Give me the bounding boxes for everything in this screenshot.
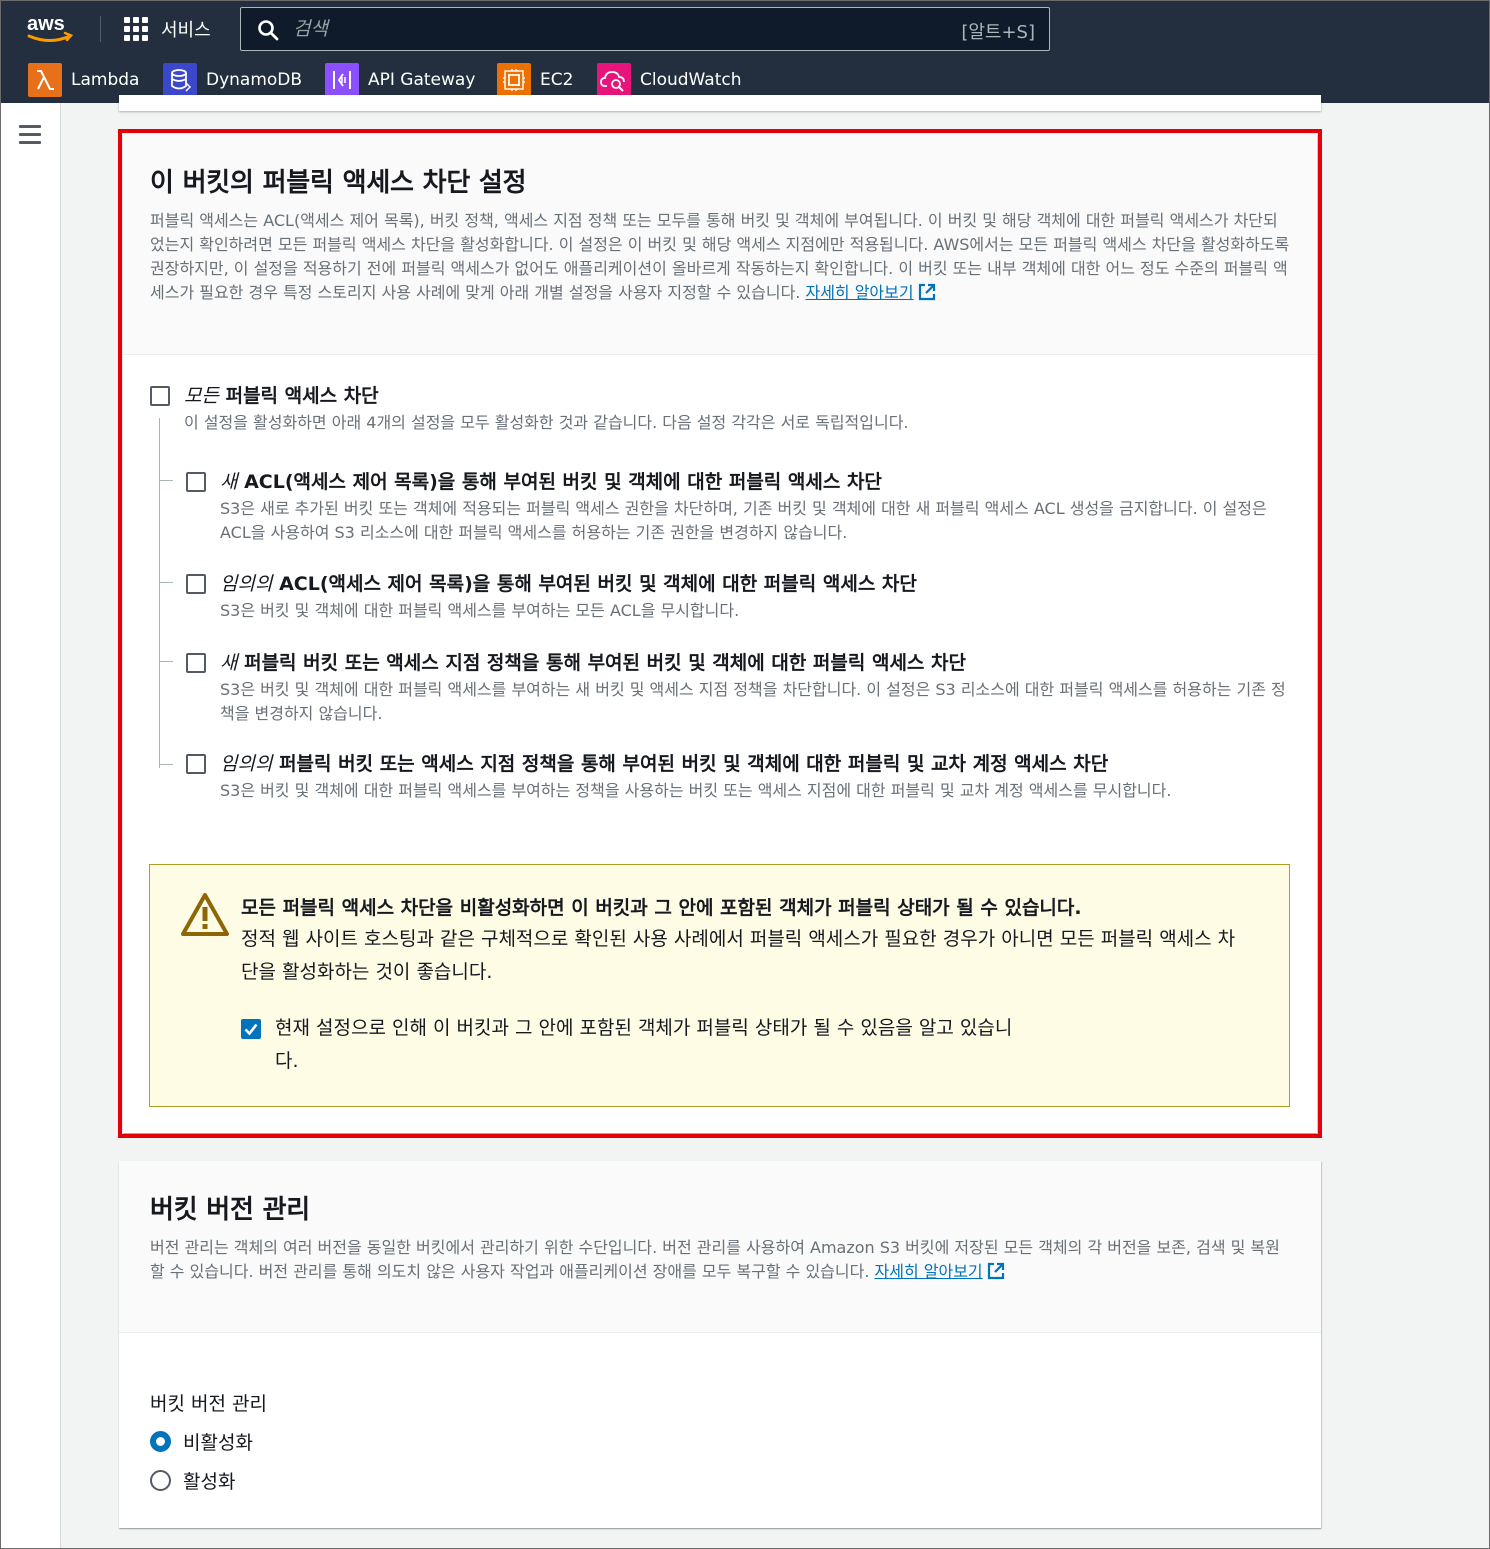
bucket-versioning-panel: 버킷 버전 관리 버전 관리는 객체의 여러 버전을 동일한 버킷에서 관리하기… — [119, 1161, 1321, 1528]
option-text: 퍼블릭 버킷 또는 액세스 지점 정책을 통해 부여된 버킷 및 객체에 대한 … — [272, 753, 1109, 775]
acknowledge-label: 현재 설정으로 인해 이 버킷과 그 안에 포함된 객체가 퍼블릭 상태가 될 … — [275, 1017, 1013, 1072]
tree-branch — [159, 764, 173, 765]
versioning-disabled-label[interactable]: 비활성화 — [183, 1428, 253, 1455]
panel-title: 버킷 버전 관리 — [150, 1195, 311, 1225]
dynamodb-icon — [163, 63, 197, 97]
block-new-acl-checkbox[interactable] — [186, 472, 206, 492]
favorite-api-gateway[interactable]: API Gateway — [325, 63, 476, 97]
block-any-policy-label: 임의의 퍼블릭 버킷 또는 액세스 지점 정책을 통해 부여된 버킷 및 객체에… — [220, 749, 1108, 776]
external-link-icon — [987, 1262, 1004, 1280]
description-text: 버전 관리는 객체의 여러 버전을 동일한 버킷에서 관리하기 위한 수단입니다… — [150, 1238, 1280, 1281]
warning-icon — [181, 893, 229, 936]
external-link-icon — [918, 283, 935, 301]
menu-hamburger-icon[interactable] — [19, 125, 41, 144]
checkmark-icon — [244, 1023, 258, 1036]
aws-logo-text: aws — [27, 13, 65, 35]
block-new-acl-label: 새 ACL(액세스 제어 목록)을 통해 부여된 버킷 및 객체에 대한 퍼블릭… — [220, 467, 882, 494]
versioning-disabled-radio[interactable] — [150, 1431, 171, 1452]
warning-text: 정적 웹 사이트 호스팅과 같은 구체적으로 확인된 사용 사례에서 퍼블릭 액… — [241, 928, 1236, 983]
panel-header: 버킷 버전 관리 버전 관리는 객체의 여러 버전을 동일한 버킷에서 관리하기… — [119, 1161, 1321, 1333]
block-new-policy-description: S3은 버킷 및 객체에 대한 퍼블릭 액세스를 부여하는 새 버킷 및 액세스… — [220, 680, 1286, 723]
panel-description: 퍼블릭 액세스는 ACL(액세스 제어 목록), 버킷 정책, 액세스 지점 정… — [150, 209, 1291, 305]
option-text: ACL(액세스 제어 목록)을 통해 부여된 버킷 및 객체에 대한 퍼블릭 액… — [272, 573, 917, 595]
tree-branch — [159, 480, 173, 481]
option-text: 퍼블릭 버킷 또는 액세스 지점 정책을 통해 부여된 버킷 및 객체에 대한 … — [237, 652, 966, 674]
block-new-policy-checkbox[interactable] — [186, 653, 206, 673]
learn-more-link[interactable]: 자세히 알아보기 — [875, 1262, 983, 1281]
block-any-acl-checkbox[interactable] — [186, 574, 206, 594]
block-public-access-panel: 이 버킷의 퍼블릭 액세스 차단 설정 퍼블릭 액세스는 ACL(액세스 제어 … — [123, 134, 1317, 1133]
block-any-acl-label: 임의의 ACL(액세스 제어 목록)을 통해 부여된 버킷 및 객체에 대한 퍼… — [220, 569, 917, 596]
tree-branch — [159, 661, 173, 662]
favorite-dynamodb[interactable]: DynamoDB — [163, 63, 303, 97]
search-input[interactable] — [293, 14, 933, 44]
versioning-enabled-label[interactable]: 활성화 — [183, 1467, 235, 1494]
learn-more-link[interactable]: 자세히 알아보기 — [805, 283, 913, 302]
warning-title: 모든 퍼블릭 액세스 차단을 비활성화하면 이 버킷과 그 안에 포함된 객체가… — [241, 897, 1082, 919]
ec2-icon — [497, 63, 531, 97]
block-new-acl-description: S3은 새로 추가된 버킷 또는 객체에 적용되는 퍼블릭 액세스 권한을 차단… — [220, 499, 1267, 542]
versioning-enabled-radio[interactable] — [150, 1470, 171, 1491]
favorite-ec2[interactable]: EC2 — [497, 63, 574, 97]
option-emphasis: 새 — [220, 471, 238, 493]
tree-connector — [159, 418, 160, 768]
side-navigation — [0, 103, 61, 1549]
block-any-acl-description: S3은 버킷 및 객체에 대한 퍼블릭 액세스를 부여하는 모든 ACL을 무시… — [220, 601, 740, 620]
search-shortcut-hint: [알트+S] — [961, 22, 1035, 43]
favorite-label: DynamoDB — [206, 70, 303, 90]
tree-branch — [159, 582, 173, 583]
option-emphasis: 새 — [220, 652, 238, 674]
search-icon — [258, 20, 279, 41]
previous-panel-edge — [119, 95, 1321, 111]
learn-more-text: 자세히 알아보기 — [874, 1262, 983, 1281]
block-new-policy-label: 새 퍼블릭 버킷 또는 액세스 지점 정책을 통해 부여된 버킷 및 객체에 대… — [220, 648, 966, 675]
cloudwatch-icon — [597, 63, 631, 97]
block-any-policy-checkbox[interactable] — [186, 754, 206, 774]
block-any-policy-description: S3은 버킷 및 객체에 대한 퍼블릭 액세스를 부여하는 정책을 사용하는 버… — [220, 781, 1172, 800]
services-menu-label[interactable]: 서비스 — [161, 16, 211, 42]
aws-logo[interactable]: aws — [26, 12, 76, 46]
option-emphasis: 임의의 — [220, 573, 273, 595]
favorite-label: CloudWatch — [640, 70, 742, 90]
acknowledge-checkbox[interactable] — [241, 1019, 261, 1039]
lambda-icon — [28, 63, 62, 97]
learn-more-text: 자세히 알아보기 — [805, 283, 914, 302]
favorite-label: EC2 — [540, 70, 574, 90]
favorite-lambda[interactable]: Lambda — [28, 63, 140, 97]
option-emphasis: 임의의 — [220, 753, 273, 775]
top-navigation: aws 서비스 [알트+S] — [0, 0, 1490, 57]
option-text: ACL(액세스 제어 목록)을 통해 부여된 버킷 및 객체에 대한 퍼블릭 액… — [237, 471, 882, 493]
favorite-cloudwatch[interactable]: CloudWatch — [597, 63, 742, 97]
description-text: 퍼블릭 액세스는 ACL(액세스 제어 목록), 버킷 정책, 액세스 지점 정… — [150, 211, 1290, 302]
favorite-label: API Gateway — [368, 70, 476, 90]
favorite-label: Lambda — [71, 70, 140, 90]
block-all-emphasis: 모든 — [184, 385, 219, 407]
block-all-label: 모든 퍼블릭 액세스 차단 — [184, 381, 379, 408]
panel-description: 버전 관리는 객체의 여러 버전을 동일한 버킷에서 관리하기 위한 수단입니다… — [150, 1236, 1291, 1284]
block-all-description: 이 설정을 활성화하면 아래 4개의 설정을 모두 활성화한 것과 같습니다. … — [184, 413, 909, 432]
search-box[interactable]: [알트+S] — [240, 7, 1050, 51]
panel-header: 이 버킷의 퍼블릭 액세스 차단 설정 퍼블릭 액세스는 ACL(액세스 제어 … — [123, 134, 1317, 355]
versioning-field-label: 버킷 버전 관리 — [150, 1393, 267, 1415]
warning-alert: 모든 퍼블릭 액세스 차단을 비활성화하면 이 버킷과 그 안에 포함된 객체가… — [149, 864, 1290, 1107]
block-all-checkbox[interactable] — [150, 386, 170, 406]
panel-title: 이 버킷의 퍼블릭 액세스 차단 설정 — [150, 168, 527, 198]
block-all-text: 퍼블릭 액세스 차단 — [218, 385, 379, 407]
services-grid-icon[interactable] — [124, 17, 148, 41]
nav-divider — [100, 16, 101, 42]
api-gateway-icon — [325, 63, 359, 97]
